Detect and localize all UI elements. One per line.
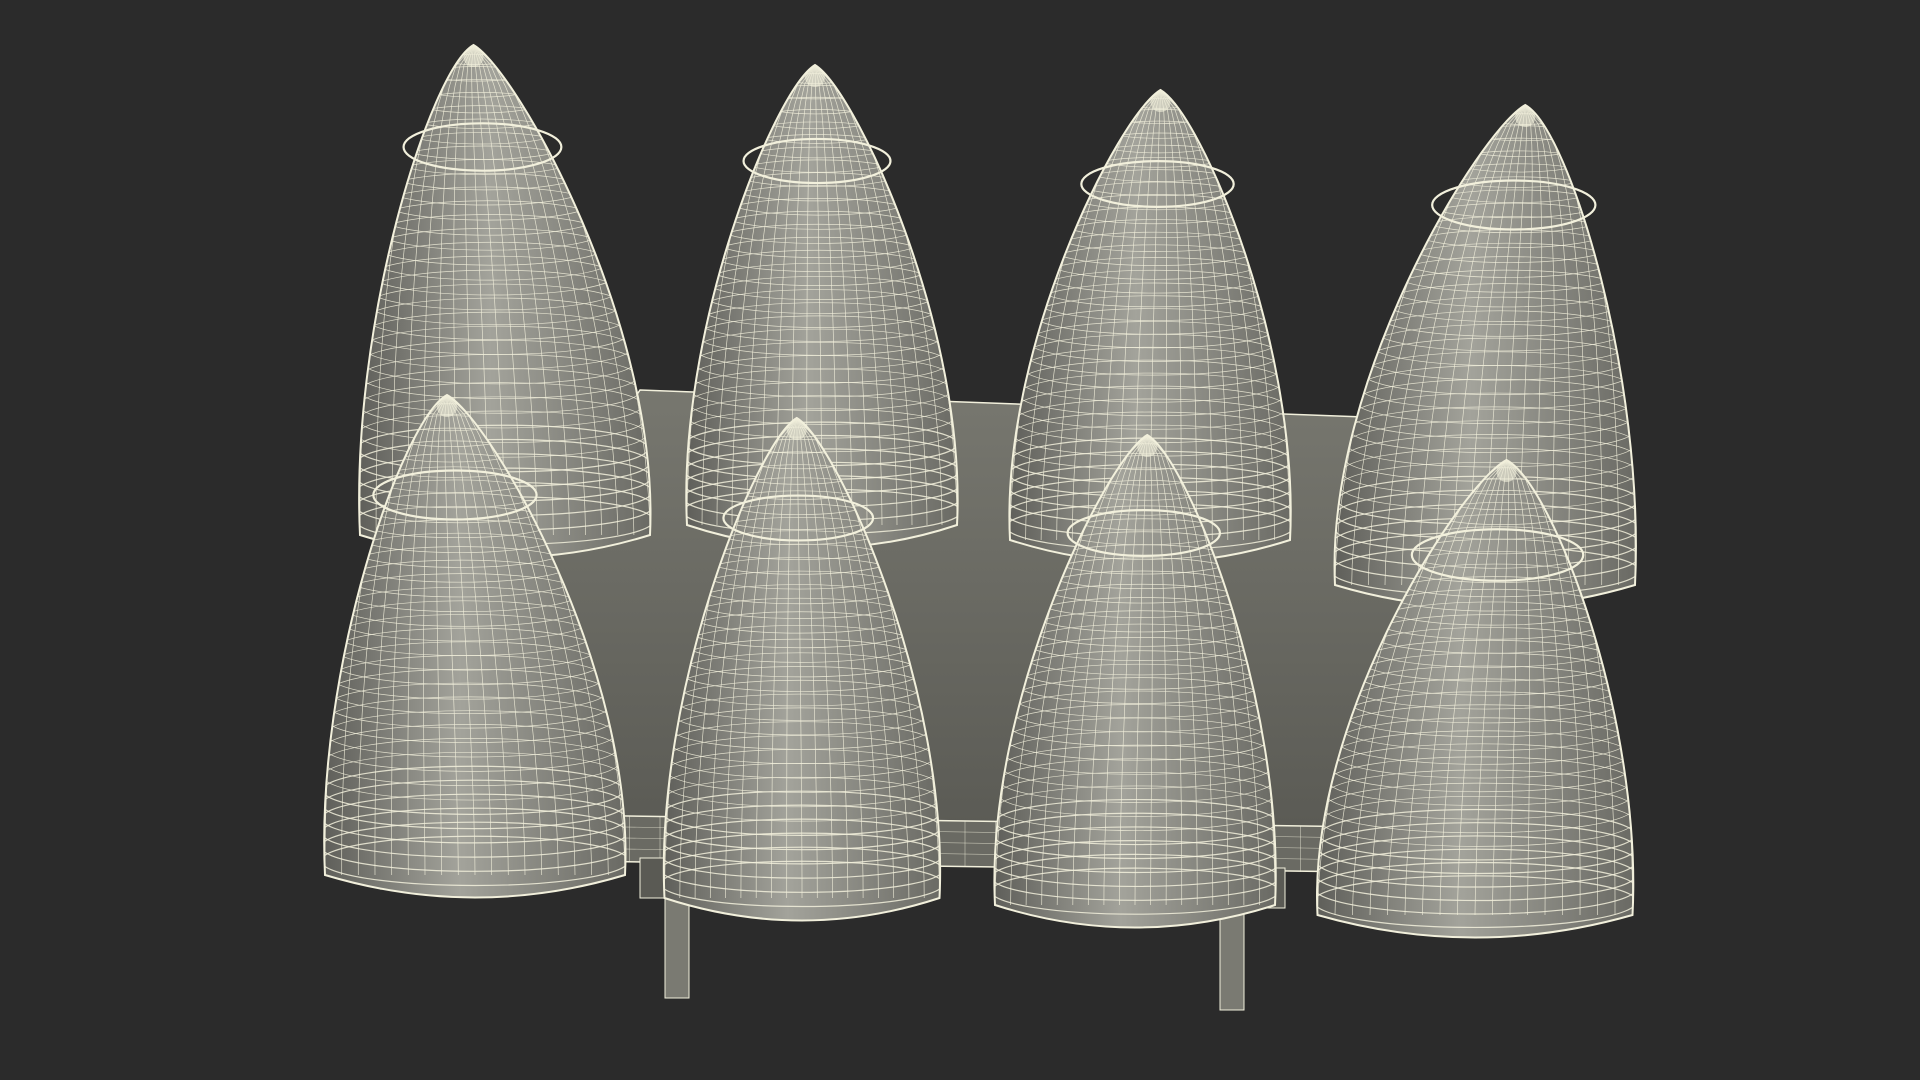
render-viewport (0, 0, 1920, 1080)
fuze-tip (1515, 107, 1536, 127)
fuze-tip (1150, 92, 1171, 112)
fuze-tip (437, 397, 457, 417)
fuze-tip (463, 47, 484, 67)
wireframe-scene (323, 43, 1637, 1011)
fuze-tip (1496, 462, 1517, 482)
fuze-tip (786, 420, 807, 440)
fuze-tip (805, 67, 825, 87)
fuze-tip (1137, 437, 1158, 457)
